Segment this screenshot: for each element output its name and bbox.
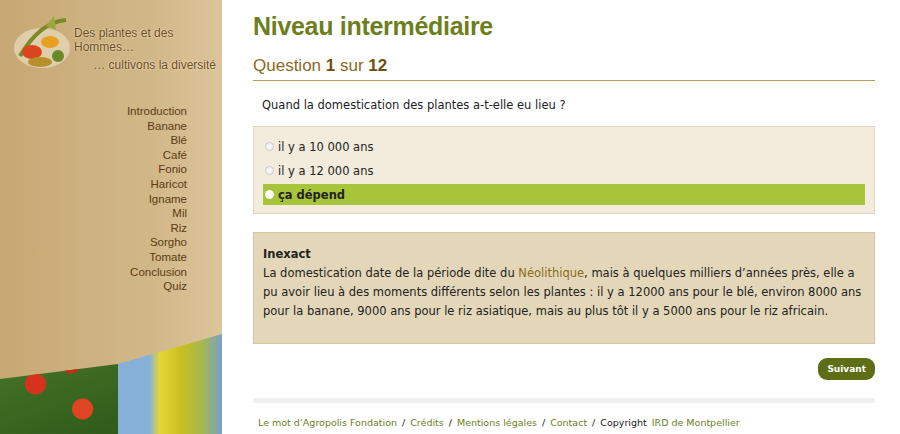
answer-option[interactable]: il y a 10 000 ans <box>263 136 865 157</box>
feedback-text: La domestication date de la période dite… <box>263 264 865 321</box>
page: Des plantes et des Hommes… … cultivons la… <box>0 0 900 434</box>
footer-separator: / <box>449 417 452 428</box>
sidebar-item[interactable]: Tomate <box>149 250 187 265</box>
option-label: il y a 12 000 ans <box>278 164 373 178</box>
answer-options: il y a 10 000 ans il y a 12 000 ans ça dép… <box>253 126 875 214</box>
sidebar-item[interactable]: Conclusion <box>130 265 187 280</box>
logo-text: Des plantes et des Hommes… … cultivons la… <box>74 12 216 72</box>
footer-link[interactable]: Crédits <box>410 417 444 428</box>
footer-link[interactable]: Mentions légales <box>457 417 537 428</box>
sidebar-item[interactable]: Café <box>163 148 187 163</box>
radio-button[interactable] <box>265 166 274 175</box>
next-button[interactable]: Suivant <box>818 358 875 380</box>
footer-separator: / <box>542 417 545 428</box>
footer-link[interactable]: Le mot d’Agropolis Fondation <box>258 417 397 428</box>
radio-button[interactable] <box>265 142 274 151</box>
sidebar-item[interactable]: Blé <box>170 133 187 148</box>
option-label: il y a 10 000 ans <box>278 140 373 154</box>
sidebar-photos <box>0 334 222 434</box>
counter-prefix: Question <box>253 56 321 75</box>
logo-line: … cultivons la diversité <box>93 58 216 72</box>
counter-current: 1 <box>326 56 335 75</box>
footer-separator: / <box>592 417 595 428</box>
ird-link[interactable]: IRD de Montpellier <box>652 417 740 428</box>
feedback-box: Inexact La domestication date de la pério… <box>253 232 875 344</box>
sidebar-item[interactable]: Banane <box>147 119 187 134</box>
radio-button[interactable] <box>265 190 274 199</box>
sidebar-item[interactable]: Fonio <box>158 162 187 177</box>
answer-option[interactable]: ça dépend <box>263 184 865 205</box>
feedback-title: Inexact <box>263 245 865 264</box>
button-row: Suivant <box>253 358 875 380</box>
logo[interactable]: Des plantes et des Hommes… … cultivons la… <box>0 0 222 82</box>
tomato-photo <box>0 334 118 434</box>
sidebar-item[interactable]: Igname <box>149 192 187 207</box>
logo-line: Des plantes et des Hommes… <box>74 26 216 54</box>
answer-option[interactable]: il y a 12 000 ans <box>263 160 865 181</box>
sidebar-item[interactable]: Sorgho <box>150 235 187 250</box>
sidebar-item[interactable]: Quiz <box>163 279 187 294</box>
sidebar-item[interactable]: Introduction <box>127 104 187 119</box>
plants-logo-icon <box>10 12 74 74</box>
footer-separator: / <box>402 417 405 428</box>
question-counter: Question 1 sur 12 <box>253 56 875 81</box>
millet-photo <box>118 334 222 434</box>
option-label: ça dépend <box>278 188 345 202</box>
counter-total: 12 <box>368 56 387 75</box>
footer-link[interactable]: Contact <box>550 417 587 428</box>
sidebar-nav: IntroductionBananeBléCaféFonioHaricotIgn… <box>0 82 222 294</box>
sidebar: Des plantes et des Hommes… … cultivons la… <box>0 0 222 434</box>
counter-middle: sur <box>340 56 364 75</box>
sidebar-item[interactable]: Mil <box>172 206 187 221</box>
footer: Le mot d’Agropolis Fondation / Crédits / Men… <box>253 398 875 428</box>
neolithique-link[interactable]: Néolithique <box>518 266 584 280</box>
page-title: Niveau intermédiaire <box>253 10 875 42</box>
question-text: Quand la domestication des plantes a-t-e… <box>262 98 875 112</box>
sidebar-item[interactable]: Riz <box>170 221 187 236</box>
content: Niveau intermédiaire Question 1 sur 12 Qua… <box>222 0 900 434</box>
sidebar-item[interactable]: Haricot <box>151 177 187 192</box>
copyright-prefix: Copyright <box>600 417 646 428</box>
feedback-before: La domestication date de la période dite… <box>263 266 518 280</box>
